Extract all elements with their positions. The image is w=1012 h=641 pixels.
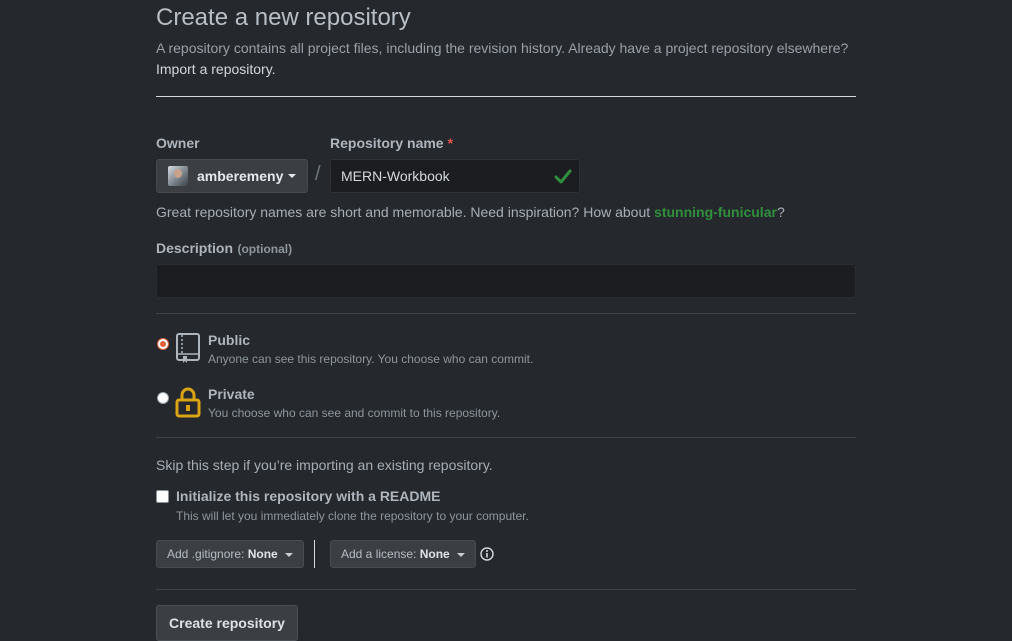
description-text: A repository contains all project files,…: [156, 40, 849, 56]
required-marker: *: [447, 135, 454, 151]
repository-name-label-text: Repository name: [330, 135, 444, 151]
divider: [156, 96, 856, 97]
chevron-down-icon: [457, 552, 466, 557]
repository-name-input[interactable]: MERN-Workbook: [330, 159, 580, 193]
license-dropdown[interactable]: Add a license: None: [330, 540, 477, 568]
repo-icon: [176, 333, 200, 363]
chevron-down-icon: [285, 552, 294, 557]
owner-dropdown[interactable]: amberemeny: [156, 159, 308, 193]
divider: [156, 313, 856, 314]
public-note: Anyone can see this repository. You choo…: [208, 352, 534, 366]
owner-name: amberemeny: [197, 168, 284, 184]
description-input[interactable]: [156, 264, 856, 298]
readme-note: This will let you immediately clone the …: [176, 509, 529, 523]
page-title: Create a new repository: [156, 4, 411, 31]
check-icon: [554, 169, 572, 184]
repository-name-label: Repository name *: [330, 135, 453, 151]
public-radio[interactable]: [157, 338, 169, 350]
hint-text: Great repository names are short and mem…: [156, 204, 651, 220]
optional-note: (optional): [237, 242, 293, 256]
gitignore-prefix: Add .gitignore:: [167, 547, 245, 561]
private-note: You choose who can see and commit to thi…: [208, 406, 501, 420]
license-value: None: [419, 547, 450, 561]
repository-name-hint: Great repository names are short and mem…: [156, 204, 785, 220]
description-label: Description (optional): [156, 240, 292, 258]
lock-icon: [175, 387, 201, 418]
readme-label[interactable]: Initialize this repository with a README: [176, 488, 440, 504]
page-description: A repository contains all project files,…: [156, 38, 876, 80]
info-icon[interactable]: [480, 547, 494, 561]
owner-label: Owner: [156, 135, 200, 151]
avatar: [168, 166, 188, 186]
create-repository-button[interactable]: Create repository: [156, 605, 298, 641]
description-label-text: Description: [156, 240, 234, 256]
button-separator: [314, 540, 315, 568]
gitignore-value: None: [247, 547, 278, 561]
chevron-down-icon: [288, 174, 297, 178]
divider: [156, 589, 856, 590]
private-title: Private: [208, 386, 255, 402]
gitignore-dropdown[interactable]: Add .gitignore: None: [156, 540, 305, 568]
import-repository-link[interactable]: Import a repository.: [156, 61, 276, 77]
private-radio[interactable]: [157, 392, 169, 404]
license-prefix: Add a license:: [341, 547, 417, 561]
name-suggestion-link[interactable]: stunning-funicular: [654, 204, 777, 220]
readme-checkbox[interactable]: [156, 490, 169, 503]
owner-repo-separator: /: [315, 163, 321, 185]
hint-suffix: ?: [776, 204, 785, 220]
public-title: Public: [208, 332, 251, 348]
skip-note: Skip this step if you’re importing an ex…: [156, 457, 493, 473]
divider: [156, 437, 856, 438]
